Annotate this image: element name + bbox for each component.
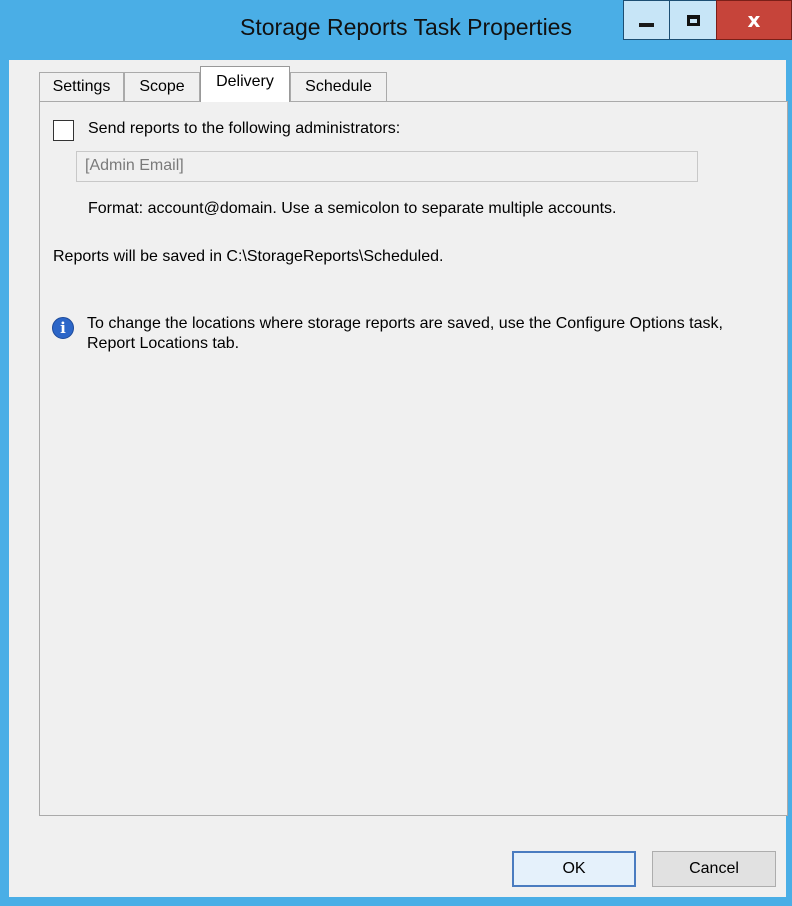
minimize-button[interactable]: [623, 0, 670, 40]
format-hint: Format: account@domain. Use a semicolon …: [88, 200, 617, 217]
close-icon: x: [747, 8, 761, 32]
tab-settings[interactable]: Settings: [39, 72, 124, 101]
dialog-window: Storage Reports Task Properties x Settin…: [0, 0, 792, 906]
tab-delivery[interactable]: Delivery: [200, 66, 290, 102]
minimize-icon: [639, 23, 654, 27]
tab-schedule[interactable]: Schedule: [290, 72, 387, 101]
tab-scope[interactable]: Scope: [124, 72, 200, 101]
info-icon: i: [52, 317, 74, 339]
dialog-body: Settings Scope Delivery Schedule Send re…: [9, 60, 788, 897]
tab-strip: Settings Scope Delivery Schedule: [9, 60, 786, 105]
cancel-button[interactable]: Cancel: [652, 851, 776, 887]
ok-button[interactable]: OK: [512, 851, 636, 887]
send-reports-checkbox[interactable]: [53, 120, 74, 141]
close-button[interactable]: x: [716, 0, 792, 40]
info-text: To change the locations where storage re…: [87, 315, 723, 352]
maximize-button[interactable]: [669, 0, 717, 40]
admin-email-field[interactable]: [Admin Email]: [76, 151, 698, 182]
maximize-icon: [686, 14, 700, 26]
title-bar[interactable]: Storage Reports Task Properties x: [0, 0, 792, 60]
send-reports-label[interactable]: Send reports to the following administra…: [88, 120, 400, 138]
save-location-text: Reports will be saved in C:\StorageRepor…: [53, 248, 444, 265]
